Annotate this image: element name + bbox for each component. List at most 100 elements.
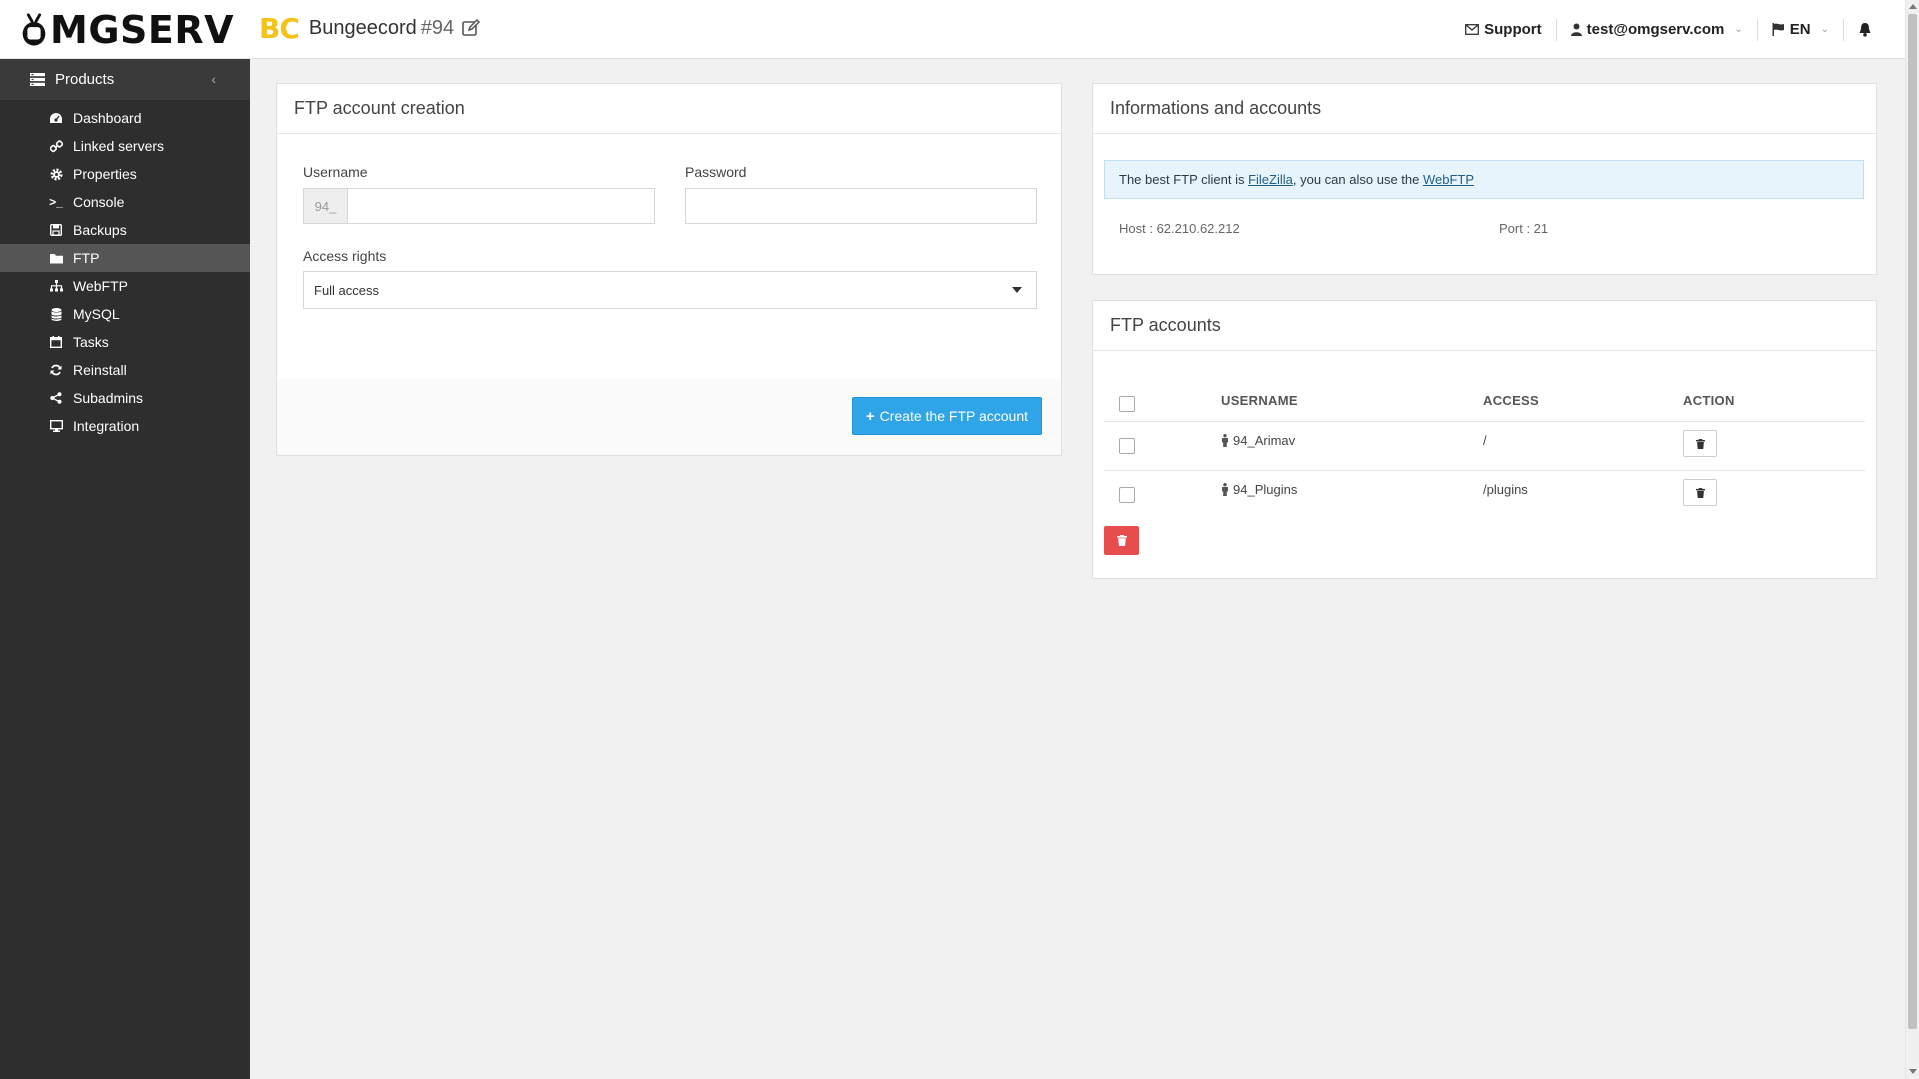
panel-footer: + Create the FTP account — [277, 379, 1061, 455]
account-menu[interactable]: test@omgserv.com ⌄ — [1557, 18, 1758, 41]
panel-title: FTP account creation — [277, 84, 1061, 134]
gear-icon — [49, 167, 63, 181]
language-label: EN — [1789, 21, 1811, 38]
delete-account-button[interactable] — [1683, 430, 1717, 457]
ftp-accounts-panel: FTP accounts USERNAME ACCESS ACTION 94_A… — [1092, 300, 1877, 579]
page-scrollbar[interactable] — [1905, 0, 1919, 1079]
sidebar-item-label: Tasks — [73, 334, 109, 350]
sidebar-item-tasks[interactable]: Tasks — [0, 328, 250, 356]
row-checkbox[interactable] — [1119, 487, 1135, 503]
access-rights-label: Access rights — [303, 248, 387, 264]
edit-icon[interactable] — [461, 18, 481, 38]
sidebar-header-label: Products — [55, 71, 115, 88]
row-username: 94_Arimav — [1221, 433, 1295, 448]
sidebar-item-label: Integration — [73, 418, 140, 434]
sidebar-item-label: MySQL — [73, 306, 120, 322]
sidebar-item-label: Dashboard — [73, 110, 142, 126]
sidebar: Products ‹ Dashboard Linked servers Proper… — [0, 59, 250, 1079]
username-prefix: 94_ — [304, 189, 348, 223]
sidebar-item-label: WebFTP — [73, 278, 128, 294]
monitor-icon — [49, 419, 63, 433]
chevron-down-icon: ⌄ — [1820, 24, 1829, 35]
sidebar-item-mysql[interactable]: MySQL — [0, 300, 250, 328]
table-divider — [1104, 470, 1865, 471]
ftp-create-panel: FTP account creation Username 94_ Passwo… — [276, 83, 1062, 456]
sidebar-item-properties[interactable]: Properties — [0, 160, 250, 188]
row-checkbox[interactable] — [1119, 438, 1135, 454]
access-rights-select[interactable]: Full access — [303, 271, 1037, 309]
sidebar-item-label: FTP — [73, 250, 100, 266]
products-list-icon — [30, 73, 45, 86]
scroll-thumb[interactable] — [1908, 14, 1917, 1029]
username-label: Username — [303, 164, 368, 180]
logo-text: MGSERV — [50, 8, 235, 52]
row-username-text: 94_Plugins — [1233, 482, 1298, 497]
host-info: Host : 62.210.62.212 — [1119, 221, 1240, 236]
sidebar-header[interactable]: Products ‹ — [0, 59, 250, 100]
username-field[interactable]: 94_ — [303, 188, 655, 224]
support-label: Support — [1484, 21, 1542, 38]
panel-title: FTP accounts — [1093, 301, 1876, 351]
chevron-left-icon[interactable]: ‹ — [211, 71, 216, 87]
row-access: /plugins — [1483, 482, 1528, 497]
database-icon — [49, 307, 63, 321]
sidebar-item-label: Properties — [73, 166, 137, 182]
chevron-down-icon: ⌄ — [1734, 24, 1743, 35]
support-link[interactable]: Support — [1451, 18, 1557, 41]
language-menu[interactable]: EN ⌄ — [1758, 18, 1844, 41]
row-username-text: 94_Arimav — [1233, 433, 1296, 448]
product-name: Bungeecord — [308, 16, 417, 39]
user-icon — [1570, 23, 1582, 36]
notifications-button[interactable] — [1844, 19, 1905, 41]
sidebar-item-label: Backups — [73, 222, 127, 238]
user-figure-icon — [1222, 483, 1228, 496]
sitemap-icon — [49, 279, 63, 293]
password-label: Password — [685, 164, 747, 180]
port-info: Port : 21 — [1499, 221, 1549, 236]
select-all-checkbox[interactable] — [1119, 396, 1135, 412]
filezilla-link[interactable]: FileZilla — [1248, 172, 1293, 187]
envelope-icon — [1465, 24, 1480, 35]
sidebar-item-webftp[interactable]: WebFTP — [0, 272, 250, 300]
top-header: MGSERV BC Bungeecord #94 Support test@om… — [0, 0, 1905, 59]
delete-selected-button[interactable] — [1104, 526, 1139, 555]
trash-icon — [1116, 535, 1127, 546]
sidebar-item-integration[interactable]: Integration — [0, 412, 250, 440]
access-rights-value: Full access — [314, 282, 380, 298]
product-title: BC Bungeecord #94 — [259, 11, 481, 45]
sidebar-item-label: Linked servers — [73, 138, 165, 154]
scroll-up-icon[interactable] — [1909, 4, 1917, 9]
password-field[interactable] — [685, 188, 1037, 224]
tv-logo-icon — [22, 13, 46, 46]
trash-icon — [1695, 487, 1705, 498]
omgserv-logo[interactable]: MGSERV — [20, 10, 234, 50]
sidebar-item-label: Console — [73, 194, 125, 210]
info-panel: Informations and accounts The best FTP c… — [1092, 83, 1877, 275]
product-type-badge: BC — [259, 11, 300, 45]
scroll-down-icon[interactable] — [1909, 1069, 1917, 1074]
top-right-nav: Support test@omgserv.com ⌄ EN ⌄ — [1451, 0, 1905, 59]
sidebar-item-label: Subadmins — [73, 390, 144, 406]
delete-account-button[interactable] — [1683, 479, 1717, 506]
alert-text: The best FTP client is — [1119, 172, 1249, 187]
panel-title: Informations and accounts — [1093, 84, 1876, 134]
folder-icon — [49, 251, 63, 265]
create-ftp-account-button[interactable]: + Create the FTP account — [851, 397, 1042, 435]
sidebar-item-subadmins[interactable]: Subadmins — [0, 384, 250, 412]
refresh-icon — [49, 363, 63, 377]
sidebar-item-reinstall[interactable]: Reinstall — [0, 356, 250, 384]
terminal-icon: >_ — [49, 195, 63, 209]
sidebar-item-label: Reinstall — [73, 362, 127, 378]
column-header-action: ACTION — [1683, 393, 1735, 408]
webftp-link[interactable]: WebFTP — [1423, 172, 1474, 187]
row-username: 94_Plugins — [1221, 482, 1297, 497]
sidebar-item-console[interactable]: >_ Console — [0, 188, 250, 216]
sidebar-item-linked-servers[interactable]: Linked servers — [0, 132, 250, 160]
sidebar-item-backups[interactable]: Backups — [0, 216, 250, 244]
sidebar-item-ftp[interactable]: FTP — [0, 244, 250, 272]
user-figure-icon — [1222, 434, 1228, 447]
ftp-client-alert: The best FTP client is FileZilla , you c… — [1104, 160, 1864, 199]
sidebar-item-dashboard[interactable]: Dashboard — [0, 104, 250, 132]
column-header-access: ACCESS — [1483, 393, 1539, 408]
table-divider — [1104, 421, 1865, 422]
